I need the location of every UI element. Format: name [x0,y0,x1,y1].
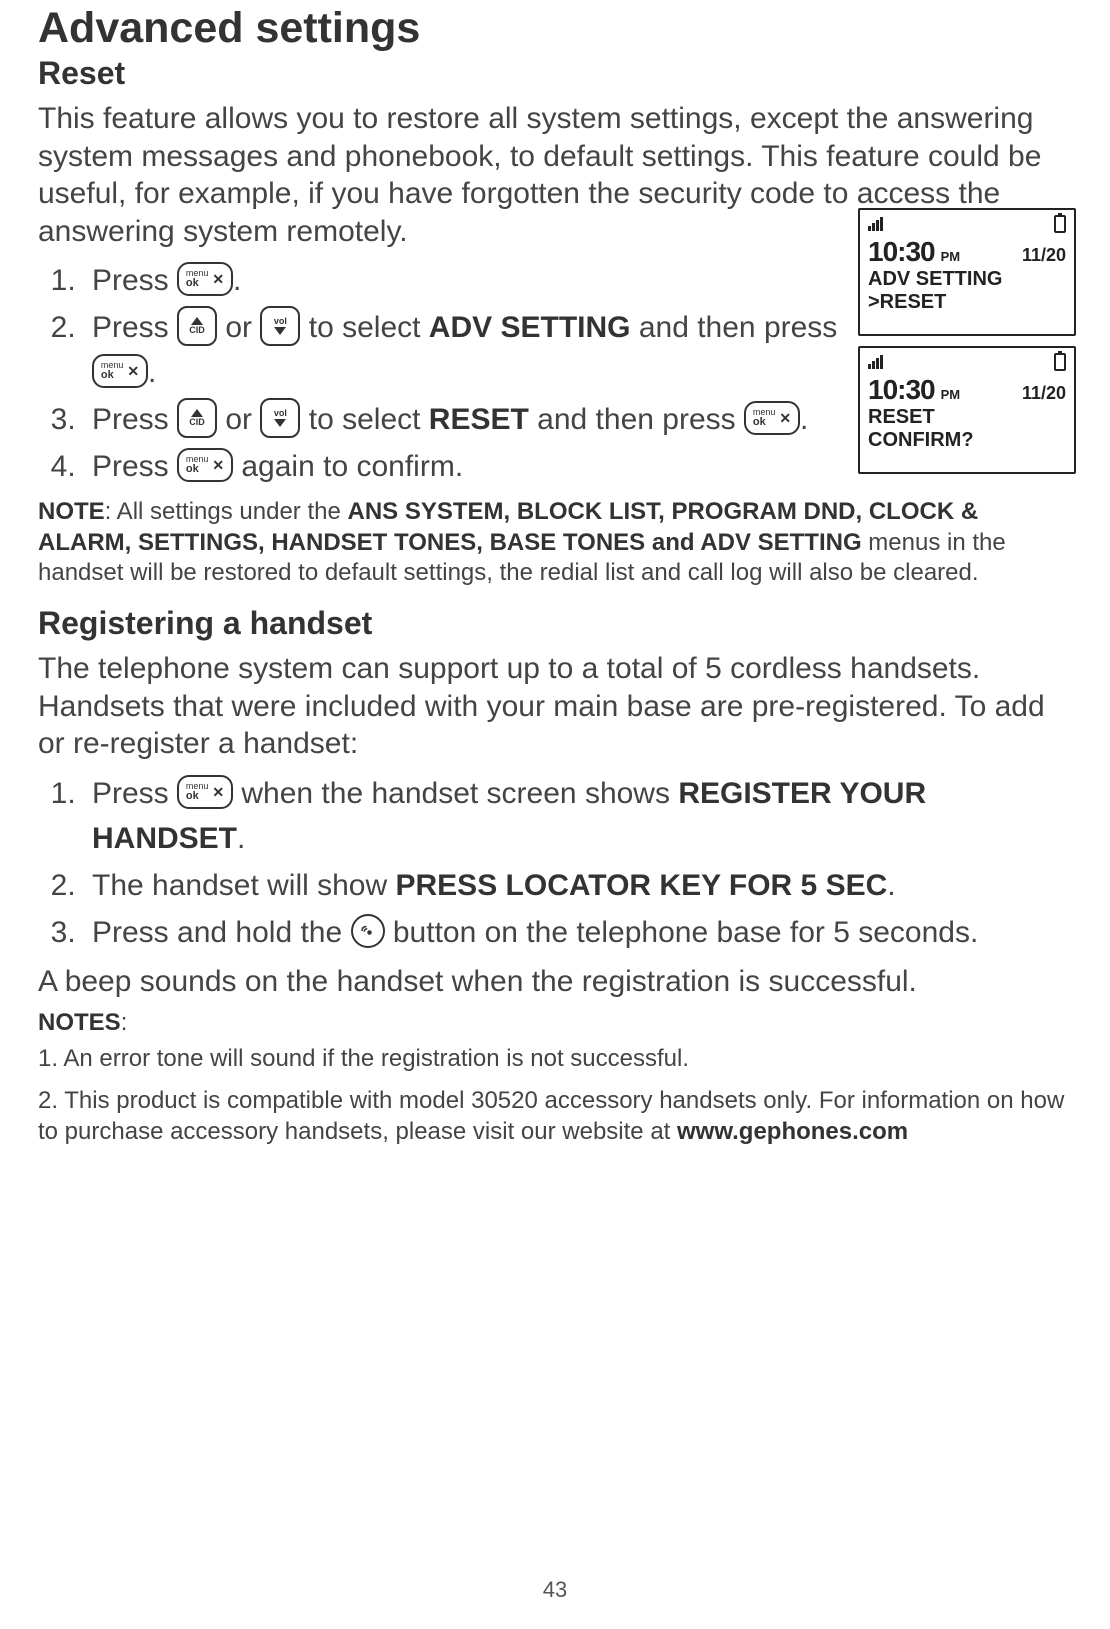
text: Press [92,311,177,344]
screen-line: CONFIRM? [868,429,1066,452]
menu-ok-key-icon: menuok✕ [177,262,233,296]
section-heading-register: Registering a handset [38,605,1072,642]
note-item: 1. An error tone will sound if the regis… [38,1043,1072,1075]
screen-time: 10:30 [868,236,935,268]
text: again to confirm. [241,450,463,483]
page-title: Advanced settings [38,0,1072,53]
screen-date: 11/20 [1022,245,1066,266]
text: to select [309,311,429,344]
screen-line: >RESET [868,291,1066,314]
signal-icon [868,355,883,369]
text: . [800,403,808,436]
list-item: Press menuok✕ when the handset screen sh… [84,771,1072,861]
screen-line: RESET [868,406,1066,429]
page-number: 43 [0,1577,1110,1603]
screen-ampm: PM [941,387,961,402]
menu-ok-key-icon: menuok✕ [177,775,233,809]
bold-text: RESET [429,403,529,436]
menu-ok-key-icon: menuok✕ [744,401,800,435]
up-cid-key-icon: CID [177,398,217,438]
text: . [887,869,895,902]
menu-ok-key-icon: menuok✕ [92,354,148,388]
text: Press [92,450,177,483]
screen-line: ADV SETTING [868,268,1066,291]
battery-icon [1054,353,1066,371]
list-item: Press and hold the button on the telepho… [84,910,1072,955]
notes-label: NOTES [38,1009,121,1036]
register-after: A beep sounds on the handset when the re… [38,963,1072,1001]
list-item: Press menuok✕ . [84,258,864,303]
text: Press and hold the [92,916,351,949]
screen-time: 10:30 [868,374,935,406]
text: or [225,403,260,436]
text: The handset will show [92,869,396,902]
text: Press [92,403,177,436]
bold-text: PRESS LOCATOR KEY FOR 5 SEC [396,869,888,902]
screen-adv-setting: 10:30 PM 11/20 ADV SETTING >RESET [858,208,1076,336]
text: Press [92,264,177,297]
text: and then press [537,403,744,436]
text: . [148,356,156,389]
text: : All settings under the [105,498,348,525]
text: Press [92,777,177,810]
text: when the handset screen shows [241,777,678,810]
url-text: www.gephones.com [677,1118,908,1145]
text: . [233,264,241,297]
text: . [237,822,245,855]
notes-label-row: NOTES: [38,1008,1072,1039]
text: button on the telephone base for 5 secon… [393,916,978,949]
text: 2. This product is compatible with model… [38,1087,1064,1146]
reset-steps-list: Press menuok✕ . Press CID or vol to sele… [38,258,864,489]
list-item: The handset will show PRESS LOCATOR KEY … [84,863,1072,908]
down-vol-key-icon: vol [260,398,300,438]
list-item: Press CID or vol to select RESET and the… [84,397,864,442]
signal-icon [868,217,883,231]
section-heading-reset: Reset [38,55,1072,92]
note-item: 2. This product is compatible with model… [38,1085,1072,1148]
up-cid-key-icon: CID [177,306,217,346]
register-intro: The telephone system can support up to a… [38,650,1072,763]
note-label: NOTE [38,498,105,525]
bold-text: ADV SETTING [429,311,631,344]
list-item: Press menuok✕ again to confirm. [84,444,864,489]
list-item: Press CID or vol to select ADV SETTING a… [84,305,864,395]
screen-date: 11/20 [1022,383,1066,404]
screen-ampm: PM [941,249,961,264]
register-steps-list: Press menuok✕ when the handset screen sh… [38,771,1072,955]
text: : [121,1009,128,1036]
text: and then press [639,311,837,344]
battery-icon [1054,215,1066,233]
text: to select [309,403,429,436]
locator-key-icon [351,914,385,948]
text: or [225,311,260,344]
menu-ok-key-icon: menuok✕ [177,448,233,482]
manual-page: Advanced settings Reset This feature all… [0,0,1110,1629]
screen-mockups: 10:30 PM 11/20 ADV SETTING >RESET 10:30 … [858,208,1076,474]
reset-note: NOTE: All settings under the ANS SYSTEM,… [38,497,1072,589]
down-vol-key-icon: vol [260,306,300,346]
screen-reset-confirm: 10:30 PM 11/20 RESET CONFIRM? [858,346,1076,474]
